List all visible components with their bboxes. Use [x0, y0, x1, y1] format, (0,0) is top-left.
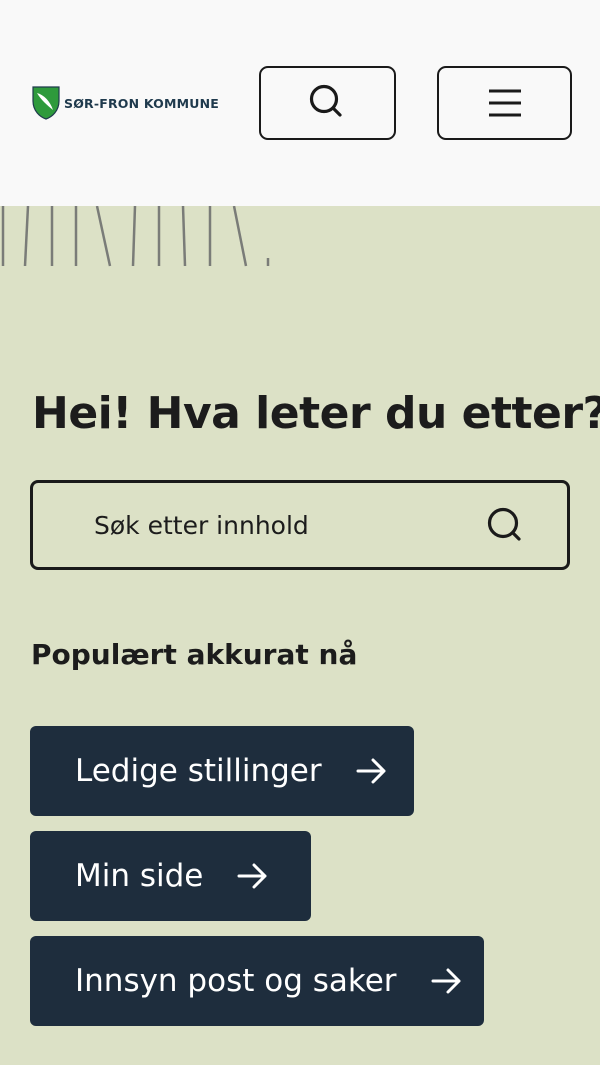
- hamburger-icon: [488, 89, 521, 117]
- header-menu-button[interactable]: [437, 66, 572, 140]
- arrow-right-icon: [237, 862, 269, 890]
- arrow-right-icon: [356, 757, 388, 785]
- arrow-right-icon: [431, 967, 463, 995]
- popular-section-title: Populært akkurat nå: [31, 638, 358, 671]
- search-field[interactable]: [30, 480, 570, 570]
- search-input[interactable]: [94, 510, 474, 540]
- page-heading: Hei! Hva leter du etter?: [32, 388, 600, 439]
- coat-of-arms-icon: [32, 86, 60, 120]
- popular-link-label: Ledige stillinger: [75, 753, 322, 789]
- popular-link-label: Innsyn post og saker: [75, 963, 397, 999]
- popular-link-ledige-stillinger[interactable]: Ledige stillinger: [30, 726, 414, 816]
- popular-link-label: Min side: [75, 858, 204, 894]
- kommune-logo[interactable]: SØR-FRON KOMMUNE: [32, 86, 219, 120]
- search-submit-button[interactable]: [483, 503, 529, 549]
- site-header: SØR-FRON KOMMUNE: [0, 0, 600, 206]
- decorative-line-pattern: [1, 206, 270, 267]
- search-icon: [309, 84, 342, 117]
- search-icon: [487, 507, 521, 541]
- popular-link-min-side[interactable]: Min side: [30, 831, 311, 921]
- header-search-button[interactable]: [259, 66, 396, 140]
- popular-link-innsyn[interactable]: Innsyn post og saker: [30, 936, 484, 1026]
- logo-text: SØR-FRON KOMMUNE: [64, 95, 220, 111]
